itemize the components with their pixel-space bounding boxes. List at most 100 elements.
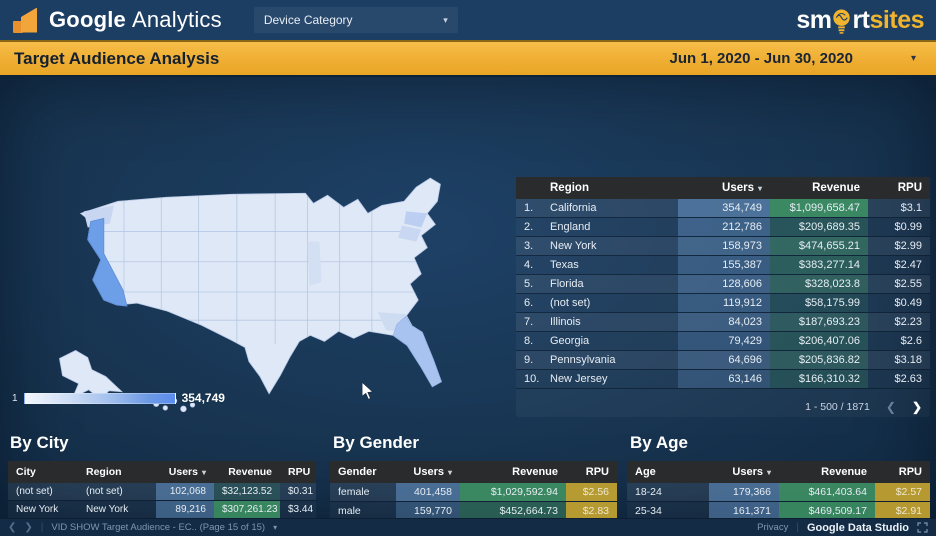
column-header-region[interactable]: Region bbox=[78, 461, 156, 483]
column-header-revenue[interactable]: Revenue bbox=[460, 461, 566, 483]
cell-region: New York bbox=[542, 237, 678, 256]
cell-rpu: $3.18 bbox=[868, 351, 930, 370]
cell-revenue: $166,310.32 bbox=[770, 370, 868, 389]
cell-users: 89,216 bbox=[156, 501, 214, 519]
cell-rank: 1. bbox=[516, 199, 542, 218]
cell-users: 155,387 bbox=[678, 256, 770, 275]
next-report-page-icon[interactable]: ❯ bbox=[24, 522, 32, 533]
next-page-icon[interactable]: ❯ bbox=[912, 400, 922, 414]
us-geo-map[interactable] bbox=[4, 161, 510, 423]
date-range-picker[interactable]: Jun 1, 2020 - Jun 30, 2020 ▾ bbox=[670, 50, 922, 67]
google-analytics-logo: GoogleAnalytics bbox=[12, 7, 222, 34]
column-header-rpu[interactable]: RPU bbox=[280, 461, 316, 483]
prev-page-icon[interactable]: ❮ bbox=[886, 400, 896, 414]
cell-rpu: $2.23 bbox=[868, 313, 930, 332]
cell-rpu: $0.49 bbox=[868, 294, 930, 313]
cell-revenue: $307,261.23 bbox=[214, 501, 280, 519]
table-row: New YorkNew York89,216$307,261.23$3.44 bbox=[8, 501, 316, 519]
report-page-selector[interactable]: VID SHOW Target Audience - EC.. (Page 15… bbox=[51, 522, 265, 533]
cell-rank: 2. bbox=[516, 218, 542, 237]
cell-revenue: $461,403.64 bbox=[779, 483, 875, 502]
column-header-rpu[interactable]: RPU bbox=[868, 177, 930, 199]
column-header-revenue[interactable]: Revenue bbox=[779, 461, 875, 483]
cell-rpu: $2.47 bbox=[868, 256, 930, 275]
cell-rpu: $2.57 bbox=[875, 483, 930, 502]
chevron-down-icon: ▾ bbox=[443, 15, 448, 26]
legend-min-value: 1 bbox=[12, 393, 18, 404]
cell-users: 128,606 bbox=[678, 275, 770, 294]
cell-rank: 5. bbox=[516, 275, 542, 294]
report-canvas: 1 354,749 RegionUsers▾RevenueRPU1.Califo… bbox=[0, 77, 936, 518]
column-header-rpu[interactable]: RPU bbox=[566, 461, 617, 483]
device-category-filter[interactable]: Device Category ▾ bbox=[254, 7, 458, 33]
table-row: (not set)(not set)102,068$32,123.52$0.31 bbox=[8, 483, 316, 501]
column-header-region[interactable]: Region bbox=[542, 177, 678, 199]
column-header-revenue[interactable]: Revenue bbox=[214, 461, 280, 483]
cell-revenue: $1,099,658.47 bbox=[770, 199, 868, 218]
cell-region: New York bbox=[78, 501, 156, 519]
google-analytics-icon bbox=[12, 7, 39, 34]
column-header-users[interactable]: Users▾ bbox=[156, 461, 214, 483]
dashboard: GoogleAnalytics Device Category ▾ sm rt … bbox=[0, 0, 936, 536]
map-legend-gradient bbox=[24, 393, 176, 404]
cell-users: 64,696 bbox=[678, 351, 770, 370]
title-bar: Target Audience Analysis Jun 1, 2020 - J… bbox=[0, 40, 936, 77]
table-row: 7.Illinois84,023$187,693.23$2.23 bbox=[516, 313, 930, 332]
column-header-rank[interactable] bbox=[516, 177, 542, 199]
sort-caret-icon: ▾ bbox=[448, 468, 452, 477]
cell-rank: 6. bbox=[516, 294, 542, 313]
column-header-city[interactable]: City bbox=[8, 461, 78, 483]
column-header-revenue[interactable]: Revenue bbox=[770, 177, 868, 199]
column-header-users[interactable]: Users▾ bbox=[709, 461, 779, 483]
cell-users: 354,749 bbox=[678, 199, 770, 218]
smartsites-text-sites: sites bbox=[870, 6, 924, 35]
cell-region: Pennsylvania bbox=[542, 351, 678, 370]
map-legend: 1 354,749 bbox=[12, 391, 225, 405]
bottom-bar: ❮ ❯ | VID SHOW Target Audience - EC.. (P… bbox=[0, 518, 936, 536]
cell-revenue: $58,175.99 bbox=[770, 294, 868, 313]
table-row: 6.(not set)119,912$58,175.99$0.49 bbox=[516, 294, 930, 313]
cell-gender: female bbox=[330, 483, 396, 502]
smartsites-text-sm: sm bbox=[796, 6, 831, 35]
top-header: GoogleAnalytics Device Category ▾ sm rt … bbox=[0, 0, 936, 40]
region-table-panel: RegionUsers▾RevenueRPU1.California354,74… bbox=[516, 177, 930, 417]
cell-region: England bbox=[542, 218, 678, 237]
column-header-gender[interactable]: Gender bbox=[330, 461, 396, 483]
fullscreen-icon[interactable] bbox=[917, 522, 928, 533]
cell-revenue: $383,277.14 bbox=[770, 256, 868, 275]
sort-caret-icon: ▾ bbox=[758, 184, 762, 193]
table-row: 5.Florida128,606$328,023.8$2.55 bbox=[516, 275, 930, 294]
device-filter-label: Device Category bbox=[264, 13, 353, 27]
cell-rpu: $2.6 bbox=[868, 332, 930, 351]
table-row: 3.New York158,973$474,655.21$2.99 bbox=[516, 237, 930, 256]
pagination: 1 - 500 / 1871 ❮ ❯ bbox=[805, 400, 922, 414]
cell-region: (not set) bbox=[78, 483, 156, 501]
lightbulb-icon bbox=[832, 8, 851, 35]
chevron-down-icon: ▾ bbox=[911, 53, 916, 64]
section-title-by-gender: By Gender bbox=[333, 433, 419, 453]
cell-users: 119,912 bbox=[678, 294, 770, 313]
cell-city: New York bbox=[8, 501, 78, 519]
smartsites-text-rt: rt bbox=[852, 6, 869, 35]
table-row: 1.California354,749$1,099,658.47$3.1 bbox=[516, 199, 930, 218]
privacy-link[interactable]: Privacy bbox=[757, 522, 788, 533]
cell-users: 102,068 bbox=[156, 483, 214, 501]
chevron-down-icon: ▾ bbox=[273, 523, 277, 532]
table-row: 18-24179,366$461,403.64$2.57 bbox=[627, 483, 930, 502]
divider: | bbox=[41, 522, 44, 533]
cell-rpu: $2.55 bbox=[868, 275, 930, 294]
column-header-users[interactable]: Users▾ bbox=[396, 461, 460, 483]
column-header-rpu[interactable]: RPU bbox=[875, 461, 930, 483]
prev-report-page-icon[interactable]: ❮ bbox=[8, 522, 16, 533]
sort-caret-icon: ▾ bbox=[767, 468, 771, 477]
column-header-age[interactable]: Age bbox=[627, 461, 709, 483]
smartsites-logo: sm rt sites bbox=[796, 6, 924, 35]
cell-revenue: $32,123.52 bbox=[214, 483, 280, 501]
cell-region: Texas bbox=[542, 256, 678, 275]
cell-users: 79,429 bbox=[678, 332, 770, 351]
cell-region: Illinois bbox=[542, 313, 678, 332]
cell-region: Florida bbox=[542, 275, 678, 294]
brand-analytics: Analytics bbox=[132, 7, 222, 32]
column-header-users[interactable]: Users▾ bbox=[678, 177, 770, 199]
cell-rank: 9. bbox=[516, 351, 542, 370]
